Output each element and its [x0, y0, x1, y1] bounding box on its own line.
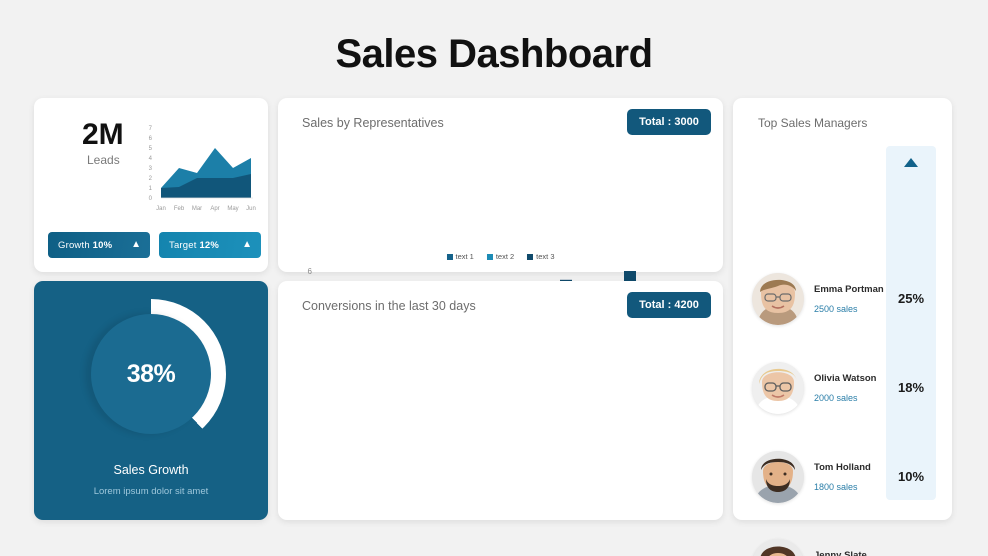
manager-sales: 1800 sales: [814, 482, 858, 492]
svg-text:7: 7: [149, 126, 153, 132]
leads-label: Leads: [87, 153, 120, 167]
legend-swatch-icon: [486, 253, 493, 260]
legend-swatch-icon: [446, 253, 453, 260]
svg-text:3: 3: [149, 166, 153, 172]
manager-row[interactable]: Emma Portman 2500 sales 25%: [733, 273, 952, 343]
manager-name: Olivia Watson: [814, 373, 877, 384]
svg-text:Apr: Apr: [210, 206, 219, 212]
growth-button-label: Growth 10%: [58, 239, 113, 251]
avatar: [752, 539, 804, 556]
conversions-card: Conversions in the last 30 days Total : …: [278, 281, 723, 520]
leads-card: 2M Leads 7 6 5 4 3 2 1 0 Jan Feb Mar Apr…: [34, 98, 268, 272]
triangle-up-icon: ▲: [131, 239, 141, 250]
top-sales-managers-card: Top Sales Managers Emma Portman 2500 sal…: [733, 98, 952, 556]
triangle-up-icon: [904, 158, 918, 167]
legend-item-text3: text 3: [527, 252, 555, 261]
legend-item-text1: text 1: [446, 252, 474, 261]
svg-text:0: 0: [149, 196, 153, 202]
target-button-label: Target 12%: [169, 239, 220, 251]
managers-card-heading: Top Sales Managers: [758, 116, 868, 130]
manager-name: Tom Holland: [814, 462, 871, 473]
avatar: [752, 273, 804, 325]
avatar: [752, 451, 804, 503]
avatar: [752, 362, 804, 414]
svg-text:Feb: Feb: [174, 206, 185, 212]
donut-title: Sales Growth: [113, 463, 189, 477]
svg-text:1: 1: [149, 186, 153, 192]
lines-card-heading: Conversions in the last 30 days: [302, 299, 476, 313]
svg-text:4: 4: [149, 156, 153, 162]
manager-percent: 25%: [897, 291, 925, 306]
target-button[interactable]: Target 12% ▲: [159, 232, 261, 258]
svg-text:6: 6: [308, 268, 313, 276]
manager-sales: 2500 sales: [814, 304, 858, 314]
donut-subtitle: Lorem ipsum dolor sit amet: [93, 486, 209, 497]
svg-text:Jun: Jun: [246, 206, 256, 212]
svg-text:6: 6: [149, 136, 153, 142]
manager-percent: 10%: [897, 469, 925, 484]
sales-by-representatives-card: Sales by Representatives Total : 3000 te…: [278, 98, 723, 334]
bars-legend: text 1 text 2 text 3: [446, 252, 555, 261]
manager-name: Emma Portman: [814, 284, 884, 295]
sales-growth-donut: 38%: [76, 299, 226, 449]
bars-card-heading: Sales by Representatives: [302, 116, 444, 130]
svg-text:5: 5: [149, 146, 153, 152]
lines-total-badge[interactable]: Total : 4200: [627, 292, 711, 318]
triangle-up-icon: ▲: [242, 239, 252, 250]
manager-sales: 2000 sales: [814, 393, 858, 403]
svg-text:May: May: [227, 206, 238, 212]
manager-row[interactable]: Olivia Watson 2000 sales 18%: [733, 362, 952, 432]
donut-value: 38%: [126, 359, 176, 388]
leads-value: 2M: [82, 118, 124, 151]
manager-row[interactable]: Jenny Slate 1200 sales 5%: [733, 539, 952, 556]
leads-summary: 2M Leads 7 6 5 4 3 2 1 0 Jan Feb Mar Apr…: [34, 98, 268, 230]
svg-text:Mar: Mar: [192, 206, 202, 212]
svg-text:Jan: Jan: [156, 206, 166, 212]
donut-hole: 38%: [91, 314, 211, 434]
dashboard-page: Sales Dashboard 2M Leads 7 6 5 4 3 2 1 0…: [0, 0, 988, 556]
svg-text:2: 2: [149, 176, 153, 182]
manager-percent: 18%: [897, 380, 925, 395]
bars-total-badge[interactable]: Total : 3000: [627, 109, 711, 135]
manager-name: Jenny Slate: [814, 550, 867, 556]
leads-button-row: Growth 10% ▲ Target 12% ▲: [48, 232, 261, 258]
sales-growth-card: 38% Sales Growth Lorem ipsum dolor sit a…: [34, 281, 268, 520]
manager-row[interactable]: Tom Holland 1800 sales 10%: [733, 451, 952, 521]
page-title: Sales Dashboard: [335, 32, 653, 76]
growth-button[interactable]: Growth 10% ▲: [48, 232, 150, 258]
leads-area-chart: 7 6 5 4 3 2 1 0 Jan Feb Mar Apr May Jun: [149, 126, 256, 212]
legend-swatch-icon: [527, 253, 534, 260]
legend-item-text2: text 2: [486, 252, 514, 261]
